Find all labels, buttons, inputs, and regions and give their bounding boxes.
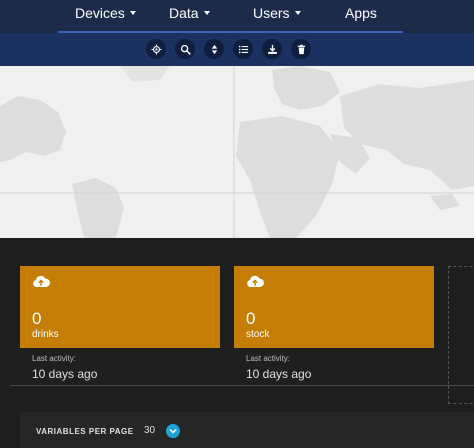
- caret-down-icon: [294, 11, 301, 16]
- pagination-bar: VARIABLES PER PAGE 30: [20, 412, 474, 448]
- device-card-header: 0 stock: [234, 266, 434, 348]
- nav-devices-label: Devices: [75, 5, 125, 21]
- sort-button[interactable]: [204, 39, 224, 59]
- section-divider: [10, 385, 474, 386]
- device-value: 0: [32, 309, 42, 328]
- device-name: stock: [246, 329, 270, 340]
- last-activity-value: 10 days ago: [246, 367, 312, 381]
- world-map-graphic: [0, 66, 474, 238]
- variables-per-page-value[interactable]: 30: [144, 425, 155, 436]
- cloud-upload-icon: [33, 275, 50, 287]
- last-activity-label: Last activity:: [32, 354, 77, 363]
- locate-button[interactable]: [146, 39, 166, 59]
- world-map[interactable]: [0, 66, 474, 238]
- list-icon: [238, 45, 248, 53]
- download-button[interactable]: [262, 39, 282, 59]
- nav-devices[interactable]: Devices: [75, 5, 136, 21]
- device-name: drinks: [32, 329, 59, 340]
- last-activity-value: 10 days ago: [32, 367, 98, 381]
- device-card[interactable]: 0 drinks Last activity: 10 days ago: [20, 266, 220, 404]
- download-icon: [267, 44, 277, 54]
- locate-icon: [150, 43, 162, 55]
- nav-apps-label: Apps: [345, 5, 377, 21]
- nav-data[interactable]: Data: [169, 5, 210, 21]
- device-card-header: 0 drinks: [20, 266, 220, 348]
- nav-apps[interactable]: Apps: [345, 5, 377, 21]
- variables-per-page-dropdown[interactable]: [166, 424, 180, 438]
- chevron-down-icon: [169, 428, 177, 434]
- caret-down-icon: [129, 11, 136, 16]
- search-icon: [180, 44, 191, 55]
- variables-per-page-label: VARIABLES PER PAGE: [36, 427, 134, 436]
- nav-data-label: Data: [169, 5, 199, 21]
- sort-icon: [211, 44, 217, 54]
- map-toolbar: [0, 33, 474, 66]
- add-device-card[interactable]: [448, 266, 474, 404]
- search-button[interactable]: [175, 39, 195, 59]
- nav-users[interactable]: Users: [253, 5, 301, 21]
- device-value: 0: [246, 309, 256, 328]
- device-card[interactable]: 0 stock Last activity: 10 days ago: [234, 266, 434, 404]
- last-activity-label: Last activity:: [246, 354, 291, 363]
- trash-icon: [297, 44, 305, 54]
- nav-users-label: Users: [253, 5, 290, 21]
- top-nav: Devices Data Users Apps: [0, 0, 474, 33]
- caret-down-icon: [203, 11, 210, 16]
- delete-button[interactable]: [291, 39, 311, 59]
- list-view-button[interactable]: [233, 39, 253, 59]
- cloud-upload-icon: [247, 275, 264, 287]
